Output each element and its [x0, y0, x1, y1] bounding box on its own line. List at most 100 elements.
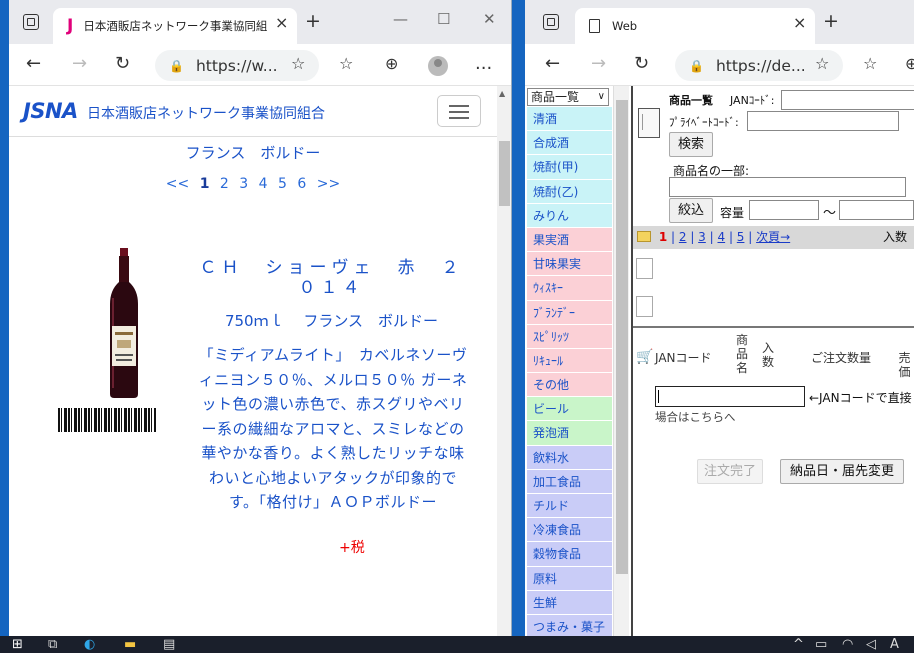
category-item[interactable]: その他 [527, 373, 612, 398]
delivery-change-button[interactable]: 納品日・届先変更 [780, 459, 904, 484]
category-item[interactable]: 穀物食品 [527, 542, 612, 567]
jan-code-input[interactable] [781, 90, 914, 110]
region-heading: フランス ボルドー [185, 144, 321, 162]
profile-avatar[interactable] [428, 56, 448, 76]
search-button[interactable]: 検索 [669, 132, 713, 157]
ime-indicator[interactable]: A [890, 637, 899, 652]
task-view-icon[interactable]: ⧉ [48, 637, 57, 652]
pager-page[interactable]: 4 [259, 176, 268, 192]
back-icon[interactable]: ← [26, 54, 41, 74]
favorites-icon[interactable]: ☆ [339, 54, 353, 74]
col-sale: 売価 [898, 351, 911, 379]
scroll-up-icon[interactable]: ▲ [499, 89, 505, 98]
tab-jsna[interactable]: J 日本酒販店ネットワーク事業協同組 [53, 8, 297, 44]
volume-max-input[interactable] [839, 200, 914, 220]
qty-header-right: 入数 [883, 230, 908, 244]
hamburger-menu-icon[interactable] [437, 95, 481, 127]
category-item[interactable]: 発泡酒 [527, 421, 612, 446]
more-menu-icon[interactable]: ... [475, 54, 492, 74]
tab-bar: Web × + [525, 0, 914, 44]
close-window-button[interactable]: ✕ [483, 10, 496, 28]
category-item[interactable]: 冷凍食品 [527, 518, 612, 543]
pager-page[interactable]: 5 [278, 176, 287, 192]
category-item[interactable]: ﾘｷｭｰﾙ [527, 348, 612, 374]
windows-start-icon[interactable]: ⊞ [12, 637, 23, 652]
refresh-icon[interactable]: ↻ [634, 54, 649, 74]
category-select[interactable]: 商品一覧 ∨ [527, 88, 609, 106]
category-item[interactable]: 焼酎(甲) [527, 155, 612, 180]
category-item[interactable]: みりん [527, 203, 612, 228]
maximize-button[interactable]: ☐ [437, 10, 450, 28]
category-item[interactable]: 加工食品 [527, 469, 612, 494]
category-item[interactable]: 果実酒 [527, 227, 612, 253]
category-item[interactable]: つまみ・菓子 [527, 614, 612, 636]
page-link[interactable]: 3 [698, 230, 706, 244]
category-item[interactable]: 焼酎(乙) [527, 179, 612, 204]
product-name: ＣＨ ショーヴェ 赤 ２０１４ [199, 258, 464, 298]
result-pagination: 1 | 2 | 3 | 4 | 5 | 次頁→ 入数 [633, 226, 914, 249]
category-item[interactable]: 生鮮 [527, 590, 612, 615]
volume-min-input[interactable] [749, 200, 819, 220]
app-icon[interactable]: ▤ [163, 637, 175, 652]
tab-actions-icon[interactable] [23, 14, 39, 30]
order-complete-button[interactable]: 注文完了 [697, 459, 763, 484]
private-code-input[interactable] [747, 111, 899, 131]
back-icon[interactable]: ← [545, 54, 560, 74]
collections-icon[interactable]: ⊕ [905, 54, 914, 74]
tab-close-icon[interactable]: × [793, 13, 806, 33]
forward-icon[interactable]: → [591, 54, 606, 74]
category-item[interactable]: ｳｨｽｷｰ [527, 276, 612, 301]
pager-page[interactable]: 6 [297, 176, 306, 192]
category-item[interactable]: ビール [527, 397, 612, 422]
tab-close-icon[interactable]: × [275, 13, 288, 33]
edge-icon[interactable]: ◐ [84, 637, 95, 652]
network-icon[interactable]: ▭ [815, 637, 827, 652]
jsna-logo[interactable]: JSNA [23, 99, 78, 123]
minimize-button[interactable]: — [393, 10, 408, 28]
taskbar: ⊞ ⧉ ◐ ▬ ▤ ^ ▭ ◠ ◁ A [0, 636, 914, 653]
result-checkbox[interactable] [636, 296, 653, 317]
pager-next[interactable]: >> [317, 176, 340, 192]
category-item[interactable]: 原料 [527, 566, 612, 591]
category-item[interactable]: 飲料水 [527, 445, 612, 470]
tray-chevron-icon[interactable]: ^ [793, 637, 804, 652]
category-item[interactable]: ﾌﾞﾗﾝﾃﾞｰ [527, 300, 612, 325]
collections-icon[interactable]: ⊕ [385, 54, 398, 74]
file-explorer-icon[interactable]: ▬ [124, 637, 136, 652]
page-link[interactable]: 5 [737, 230, 745, 244]
direct-jan-input[interactable] [655, 386, 805, 407]
wifi-icon[interactable]: ◠ [842, 637, 853, 652]
category-item[interactable]: チルド [527, 494, 612, 519]
new-tab-button[interactable]: + [305, 11, 321, 31]
pager-page[interactable]: 3 [239, 176, 248, 192]
add-favorite-icon[interactable]: ☆ [815, 54, 829, 74]
pager-page[interactable]: 2 [220, 176, 229, 192]
cart-icon: 🛒 [636, 349, 654, 365]
tab-actions-icon[interactable] [543, 14, 559, 30]
page-link[interactable]: 4 [717, 230, 725, 244]
product-spec: 750ｍｌ フランス ボルドー [224, 312, 439, 330]
category-select-value: 商品一覧 [531, 90, 580, 104]
favorites-icon[interactable]: ☆ [863, 54, 877, 74]
jan-hint-2: 場合はこちらへ [655, 410, 736, 424]
category-item[interactable]: 甘味果実 [527, 252, 612, 277]
refresh-icon[interactable]: ↻ [115, 54, 130, 74]
next-page-link[interactable]: 次頁→ [756, 230, 790, 244]
add-favorite-icon[interactable]: ☆ [291, 54, 305, 74]
scroll-thumb[interactable] [499, 141, 510, 206]
forward-icon[interactable]: → [72, 54, 87, 74]
jsna-page: JSNA 日本酒販店ネットワーク事業協同組合 ▲ フランス ボルドー << 1 … [9, 86, 511, 636]
volume-icon[interactable]: ◁ [866, 637, 876, 652]
category-item[interactable]: ｽﾋﾟﾘｯﾂ [527, 324, 612, 349]
tab-web[interactable]: Web [575, 8, 815, 44]
new-tab-button[interactable]: + [823, 11, 839, 31]
address-text: https://de... [715, 56, 806, 75]
pager-prev[interactable]: << [166, 176, 189, 192]
category-item[interactable]: 清酒 [527, 107, 612, 132]
narrow-button[interactable]: 絞込 [669, 198, 713, 223]
result-checkbox[interactable] [636, 258, 653, 279]
category-item[interactable]: 合成酒 [527, 131, 612, 156]
category-scrollbar[interactable] [613, 86, 629, 636]
product-name-input[interactable] [669, 177, 906, 197]
page-link[interactable]: 2 [679, 230, 687, 244]
